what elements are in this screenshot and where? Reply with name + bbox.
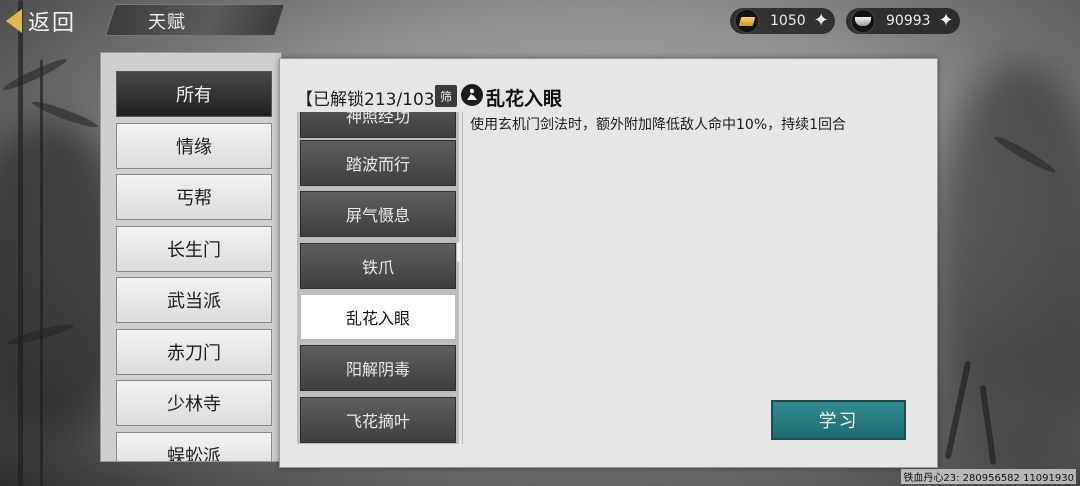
filter-button[interactable]: 筛 — [435, 85, 457, 107]
gold-currency: 1050 ✦ — [730, 8, 835, 34]
skill-item[interactable]: 飞花摘叶 — [300, 397, 456, 443]
category-romance[interactable]: 情缘 — [116, 122, 272, 169]
skill-item[interactable]: 铁爪 — [300, 243, 456, 289]
bamboo-stalk — [18, 0, 23, 486]
silver-currency: 90993 ✦ — [846, 8, 960, 34]
unlock-status: 【已解锁213/1030】 — [296, 90, 434, 110]
category-centipede[interactable]: 蜈蚣派 — [116, 431, 272, 461]
skill-list-scrollbar[interactable] — [457, 242, 461, 262]
skill-description: 使用玄机门剑法时，额外附加降低敌人命中10%，持续1回合 — [470, 117, 847, 133]
skill-detail-pane — [462, 112, 932, 444]
skill-title: 乱花入眼 — [486, 88, 563, 110]
category-list[interactable]: 所有 情缘 丐帮 长生门 武当派 赤刀门 少林寺 蜈蚣派 — [116, 71, 274, 461]
category-red-blade[interactable]: 赤刀门 — [116, 328, 272, 375]
back-button-label: 返回 — [28, 11, 77, 36]
back-button[interactable]: 返回 — [6, 4, 76, 38]
category-wudang[interactable]: 武当派 — [116, 277, 272, 323]
chevron-left-icon — [6, 9, 22, 33]
fist-icon-glyph — [467, 88, 477, 100]
watermark: 铁血丹心23: 280956582 11091930 — [901, 469, 1076, 484]
fist-icon — [461, 84, 483, 106]
skill-item-selected[interactable]: 乱花入眼 — [300, 294, 456, 340]
category-changsheng[interactable]: 长生门 — [116, 225, 272, 272]
add-gold-icon[interactable]: ✦ — [814, 12, 829, 30]
page-title-tab — [104, 4, 286, 36]
skill-item[interactable]: 神照经功 — [300, 112, 456, 138]
silver-ingot-icon — [850, 8, 876, 34]
gold-bar-icon — [734, 8, 760, 34]
page-title: 天赋 — [148, 12, 186, 33]
skill-list[interactable]: 神照经功 踏波而行 屏气慑息 铁爪 乱花入眼 阳解阴毒 飞花摘叶 — [297, 112, 459, 444]
skill-item[interactable]: 屏气慑息 — [300, 191, 456, 237]
skill-item[interactable]: 踏波而行 — [300, 140, 456, 186]
category-beggar-sect[interactable]: 丐帮 — [116, 174, 272, 220]
category-all[interactable]: 所有 — [116, 71, 272, 117]
learn-button[interactable]: 学习 — [771, 400, 906, 440]
silver-amount: 90993 — [886, 13, 931, 29]
bamboo-stalk — [40, 60, 43, 486]
gold-amount: 1050 — [770, 13, 806, 29]
category-shaolin[interactable]: 少林寺 — [116, 380, 272, 426]
skill-item[interactable]: 阳解阴毒 — [300, 345, 456, 391]
add-silver-icon[interactable]: ✦ — [939, 12, 954, 30]
bamboo-leaf — [1, 55, 69, 94]
